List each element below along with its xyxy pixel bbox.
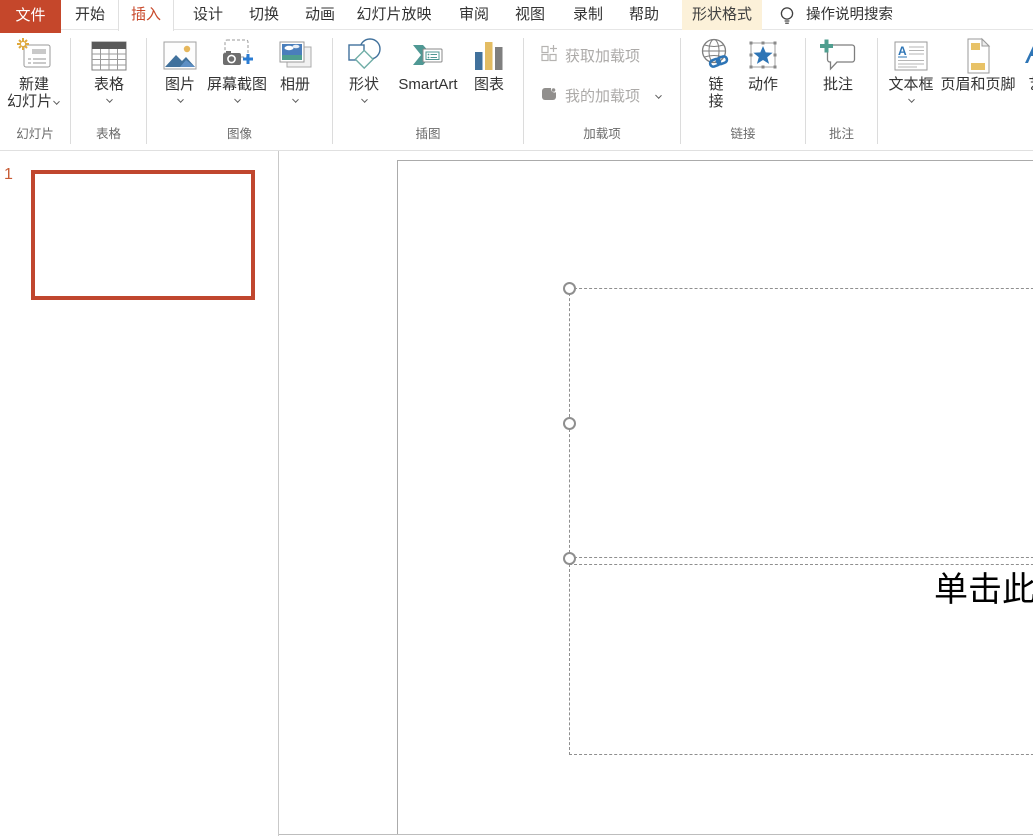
- new-slide-label-line2: 幻灯片: [7, 93, 61, 110]
- tab-slideshow[interactable]: 幻灯片放映: [348, 0, 440, 30]
- tab-review[interactable]: 审阅: [446, 0, 502, 30]
- my-addins-label: 我的加载项: [565, 85, 640, 106]
- chevron-down-icon: [176, 97, 185, 103]
- tab-insert[interactable]: 插入: [118, 0, 174, 31]
- chart-label: 图表: [474, 76, 504, 93]
- smartart-label: SmartArt: [398, 76, 457, 93]
- get-addins-icon: [540, 44, 559, 67]
- group-label-comments: 批注: [806, 125, 877, 143]
- status-bar-edge: [279, 834, 1033, 835]
- tab-view[interactable]: 视图: [502, 0, 558, 30]
- tab-help[interactable]: 帮助: [616, 0, 672, 30]
- panel-divider[interactable]: [278, 151, 279, 836]
- table-label: 表格: [94, 76, 124, 93]
- get-addins-button: 获取加载项: [540, 44, 640, 67]
- chevron-down-icon: [291, 97, 300, 103]
- photo-album-button[interactable]: 相册: [272, 36, 318, 103]
- ribbon: 新建 幻灯片 幻灯片 表格 表格: [0, 30, 1033, 151]
- tab-transitions[interactable]: 切换: [236, 0, 292, 30]
- resize-handle-bottom-left[interactable]: [563, 552, 576, 565]
- smartart-icon: [409, 36, 447, 76]
- my-addins-icon: [540, 84, 559, 107]
- textbox-label: 文本框: [888, 76, 933, 93]
- chevron-down-icon: [907, 97, 916, 103]
- table-icon: [90, 36, 128, 76]
- tab-file[interactable]: 文件: [0, 0, 61, 33]
- picture-icon: [161, 36, 199, 76]
- shapes-label: 形状: [349, 76, 379, 93]
- screenshot-icon: [218, 36, 256, 76]
- chevron-down-icon: [52, 98, 61, 106]
- powerpoint-window: 文件 开始 插入 设计 切换 动画 幻灯片放映 审阅 视图 录制 帮助 形状格式…: [0, 0, 1033, 836]
- header-footer-icon: [961, 36, 995, 76]
- group-label-slides: 幻灯片: [0, 125, 70, 143]
- wordart-label: 艺: [1028, 76, 1033, 93]
- link-label-line2: 接: [708, 93, 723, 110]
- chart-button[interactable]: 图表: [466, 36, 512, 93]
- chevron-down-icon: [105, 97, 114, 103]
- screenshot-label: 屏幕截图: [207, 76, 267, 93]
- tab-record[interactable]: 录制: [560, 0, 616, 30]
- slide-thumbnail[interactable]: [31, 170, 255, 300]
- my-addins-button: 我的加载项: [540, 84, 663, 107]
- tab-animations[interactable]: 动画: [292, 0, 348, 30]
- screenshot-button[interactable]: 屏幕截图: [203, 36, 271, 103]
- action-button[interactable]: 动作: [740, 36, 786, 93]
- picture-label: 图片: [165, 76, 195, 93]
- smartart-button[interactable]: SmartArt: [392, 36, 464, 93]
- action-label: 动作: [748, 76, 778, 93]
- photo-album-icon: [276, 36, 314, 76]
- tab-shape-format[interactable]: 形状格式: [682, 0, 762, 30]
- header-footer-label: 页眉和页脚: [940, 76, 1015, 93]
- chevron-down-icon: [233, 97, 242, 103]
- table-button[interactable]: 表格: [86, 36, 132, 103]
- tab-home[interactable]: 开始: [62, 0, 118, 30]
- link-label-line1: 链: [708, 76, 723, 93]
- group-label-images: 图像: [147, 125, 332, 143]
- textbox-button[interactable]: A 文本框: [884, 36, 938, 103]
- action-icon: [745, 36, 781, 76]
- chevron-down-icon: [654, 92, 663, 100]
- resize-handle-top-left[interactable]: [563, 282, 576, 295]
- new-slide-icon: [15, 36, 53, 76]
- new-slide-button[interactable]: 新建 幻灯片: [2, 36, 66, 110]
- comment-icon: [818, 36, 858, 76]
- group-label-illustrations: 插图: [333, 125, 523, 143]
- wordart-button[interactable]: 艺: [1016, 36, 1033, 93]
- link-icon: [697, 36, 735, 76]
- header-footer-button[interactable]: 页眉和页脚: [939, 36, 1017, 93]
- group-label-tables: 表格: [71, 125, 146, 143]
- group-divider: [877, 38, 878, 144]
- slide-number: 1: [4, 166, 13, 184]
- group-label-links: 链接: [681, 125, 805, 143]
- tell-me-search[interactable]: 操作说明搜索: [806, 0, 893, 30]
- get-addins-label: 获取加载项: [565, 45, 640, 66]
- title-prompt-text[interactable]: 单击此: [934, 569, 1033, 611]
- comment-button[interactable]: 批注: [815, 36, 861, 93]
- photo-album-label: 相册: [280, 76, 310, 93]
- wordart-icon: [1017, 36, 1033, 76]
- shapes-icon: [345, 36, 383, 76]
- svg-text:A: A: [898, 44, 907, 58]
- picture-button[interactable]: 图片: [158, 36, 202, 103]
- ribbon-tab-bar: 文件 开始 插入 设计 切换 动画 幻灯片放映 审阅 视图 录制 帮助 形状格式…: [0, 0, 1033, 30]
- chevron-down-icon: [360, 97, 369, 103]
- group-label-addins: 加载项: [524, 125, 680, 143]
- textbox-icon: A: [891, 36, 931, 76]
- link-button[interactable]: 链 接: [697, 36, 735, 110]
- comment-label: 批注: [823, 76, 853, 93]
- resize-handle-middle-left[interactable]: [563, 417, 576, 430]
- shapes-button[interactable]: 形状: [340, 36, 388, 103]
- chart-icon: [471, 36, 507, 76]
- tab-design[interactable]: 设计: [180, 0, 236, 30]
- lightbulb-icon: [778, 6, 796, 25]
- content-placeholder-selected[interactable]: [569, 288, 1033, 558]
- new-slide-label-line1: 新建: [19, 76, 49, 93]
